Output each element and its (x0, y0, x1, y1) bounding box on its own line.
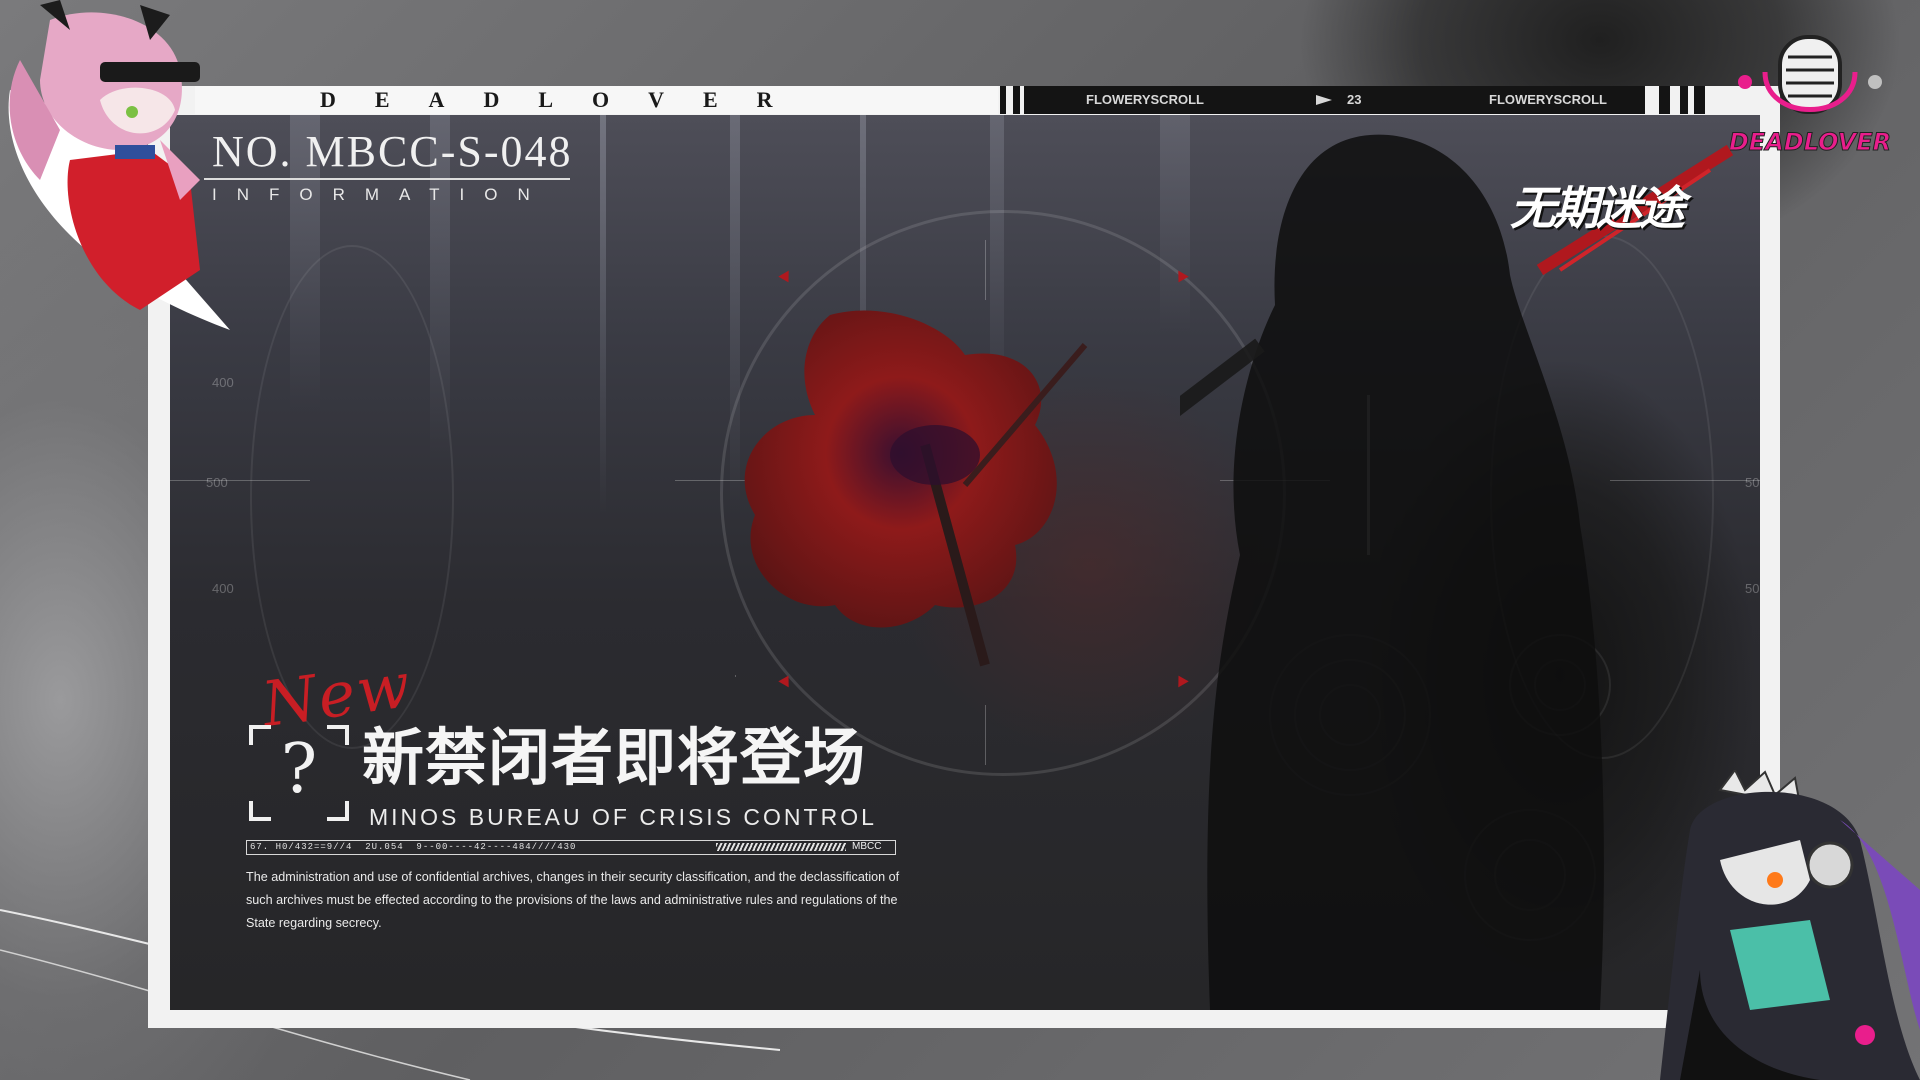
page-number: 23 (1347, 92, 1362, 107)
title-divider (204, 178, 570, 180)
arrow-icon (1316, 95, 1332, 105)
hud-number: 400 (212, 581, 234, 596)
deadlover-podcast-logo: DEADLOVER (1730, 35, 1890, 157)
header-tag-left: FLOWERYSCROLL (1086, 92, 1204, 107)
brand-spaced-title: DEADLOVER (320, 87, 812, 112)
announcement-title: 新禁闭者即将登场 (362, 721, 867, 794)
character-chibi-pink (8, 0, 230, 330)
hud-number: 400 (212, 375, 234, 390)
character-chibi-dark (1660, 770, 1920, 1080)
file-number-title: NO. MBCC-S-048 (212, 127, 573, 176)
question-mark: ? (280, 730, 318, 809)
mbcc-tag: MBCC (852, 841, 882, 852)
hud-number: 50 (1745, 475, 1760, 490)
red-flower (744, 310, 1088, 667)
target-marker (778, 270, 794, 286)
hatch-pattern (716, 843, 846, 851)
svg-text:DEADLOVER: DEADLOVER (1730, 128, 1890, 156)
hud-number: 50 (1745, 581, 1760, 596)
announcement-subtitle: MINOS BUREAU OF CRISIS CONTROL (369, 804, 877, 830)
disclaimer-text: The administration and use of confidenti… (246, 870, 900, 930)
information-label: INFORMATION (212, 185, 550, 204)
game-logo: 无期迷途 (1510, 181, 1685, 235)
header-tag-right: FLOWERYSCROLL (1489, 92, 1607, 107)
hud-number: 500 (206, 475, 228, 490)
code-line: 67. H0/432==9//4 2U.054 9--00----42----4… (250, 842, 577, 852)
